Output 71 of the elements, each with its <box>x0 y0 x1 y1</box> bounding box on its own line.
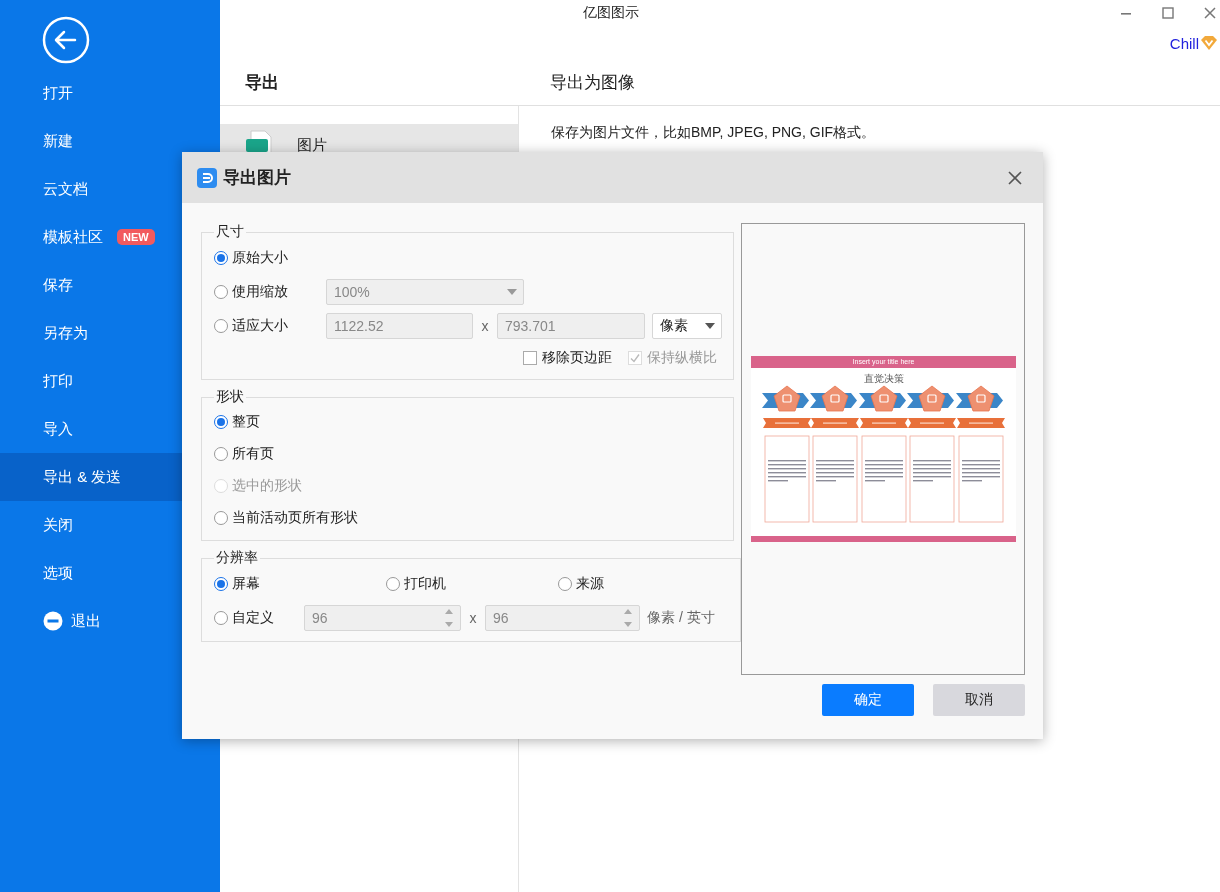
sidebar-label: 模板社区 <box>43 227 103 247</box>
confirm-button[interactable]: 确定 <box>822 684 914 716</box>
sidebar-label: 云文档 <box>43 179 88 199</box>
option-label[interactable]: 屏幕 <box>232 575 260 593</box>
sidebar-label: 新建 <box>43 131 73 151</box>
radio-button[interactable] <box>214 611 228 625</box>
checkbox-label[interactable]: 移除页边距 <box>542 349 612 367</box>
checkbox[interactable] <box>523 351 537 365</box>
sidebar-item[interactable]: 新建 <box>0 117 220 165</box>
group-title: 分辨率 <box>215 549 259 567</box>
vip-icon <box>1200 35 1218 51</box>
option-label[interactable]: 来源 <box>576 575 604 593</box>
window-title: 亿图图示 <box>583 4 639 22</box>
sidebar-label: 退出 <box>71 611 101 631</box>
spinner-icon <box>623 607 633 629</box>
exit-icon <box>43 611 63 631</box>
sidebar-label: 打印 <box>43 371 73 391</box>
radio-button[interactable] <box>214 447 228 461</box>
radio-button[interactable] <box>558 577 572 591</box>
sidebar-item[interactable]: 打开 <box>0 69 220 117</box>
separator-text: x <box>468 610 478 626</box>
radio-button[interactable] <box>214 577 228 591</box>
radio-button[interactable] <box>214 251 228 265</box>
option-label[interactable]: 原始大小 <box>232 249 288 267</box>
sidebar-label: 打开 <box>43 83 73 103</box>
sidebar-label: 保存 <box>43 275 73 295</box>
close-icon[interactable] <box>1203 6 1217 20</box>
separator-text: x <box>480 318 490 334</box>
cancel-button[interactable]: 取消 <box>933 684 1025 716</box>
radio-button[interactable] <box>214 285 228 299</box>
dialog-title: 导出图片 <box>223 167 291 189</box>
radio-button[interactable] <box>214 319 228 333</box>
width-field[interactable]: 1122.52 <box>326 313 473 339</box>
height-field[interactable]: 793.701 <box>497 313 645 339</box>
caret-icon <box>705 323 715 329</box>
close-icon[interactable] <box>1007 169 1023 186</box>
sidebar-label: 导入 <box>43 419 73 439</box>
option-label[interactable]: 适应大小 <box>232 317 288 335</box>
option-label[interactable]: 所有页 <box>232 445 274 463</box>
zoom-dropdown[interactable]: 100% <box>326 279 524 305</box>
sidebar-label: 选项 <box>43 563 73 583</box>
option-label[interactable]: 使用缩放 <box>232 283 288 301</box>
group-title: 尺寸 <box>215 223 245 241</box>
unit-dropdown[interactable]: 像素 <box>652 313 722 339</box>
option-label[interactable]: 打印机 <box>404 575 446 593</box>
group-title: 形状 <box>215 388 245 406</box>
dpi-y-field[interactable]: 96 <box>485 605 640 631</box>
panel-title: 导出为图像 <box>549 72 635 94</box>
description-text: 保存为图片文件，比如BMP, JPEG, PNG, GIF格式。 <box>551 124 877 142</box>
section-title: 导出 <box>244 72 280 94</box>
dpi-x-field[interactable]: 96 <box>304 605 461 631</box>
radio-button[interactable] <box>214 415 228 429</box>
radio-button[interactable] <box>386 577 400 591</box>
app-logo-icon <box>197 167 217 188</box>
option-label[interactable]: 当前活动页所有形状 <box>232 509 358 527</box>
radio-button[interactable] <box>214 511 228 525</box>
option-label[interactable]: 整页 <box>232 413 260 431</box>
sidebar-item[interactable]: 退出 <box>0 597 220 645</box>
unit-label: 像素 / 英寸 <box>647 609 715 627</box>
caret-icon <box>507 289 517 295</box>
maximize-icon[interactable] <box>1161 6 1175 20</box>
sidebar-label: 导出 & 发送 <box>43 467 122 487</box>
slide-heading: 直觉决策 <box>862 373 905 384</box>
spinner-icon <box>444 607 454 629</box>
sidebar-label: 关闭 <box>43 515 73 535</box>
sidebar-label: 另存为 <box>43 323 88 343</box>
option-label[interactable]: 自定义 <box>232 609 274 627</box>
export-type-label: 图片 <box>297 135 327 155</box>
user-name[interactable]: Chill <box>1169 34 1199 52</box>
new-badge: NEW <box>117 229 155 245</box>
back-icon[interactable] <box>42 16 90 64</box>
